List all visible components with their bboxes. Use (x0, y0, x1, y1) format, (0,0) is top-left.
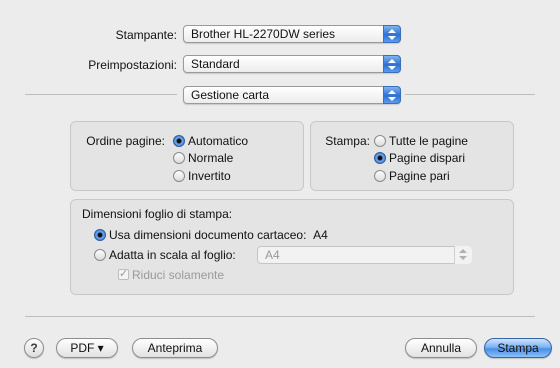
radio-label: Automatico (188, 134, 249, 148)
radio-unselected-icon (173, 152, 185, 164)
presets-select[interactable]: Standard (183, 55, 401, 73)
radio-label: Pagine pari (389, 169, 450, 183)
radio-unselected-icon (173, 170, 185, 182)
radio-selected-icon (94, 229, 106, 241)
checkmark-icon: ✓ (118, 268, 129, 280)
presets-select-value: Standard (191, 57, 240, 71)
page-order-label: Ordine pagine: (86, 134, 165, 148)
radio-unselected-icon (94, 249, 106, 261)
printer-label: Stampante: (115, 28, 177, 42)
presets-label: Preimpostazioni: (88, 58, 177, 72)
radio-label: Pagine dispari (389, 151, 466, 165)
print-pages-label: Stampa: (325, 134, 370, 148)
scale-paper-select-value: A4 (265, 248, 280, 262)
popup-arrows-icon (383, 86, 401, 104)
cancel-label: Annulla (420, 341, 462, 355)
radio-unselected-icon (374, 170, 386, 182)
panel-select-value: Gestione carta (191, 88, 270, 102)
radio-unselected-icon (374, 135, 386, 147)
radio-label: Adatta in scala al foglio: (109, 248, 236, 262)
scale-down-only-label: Riduci solamente (132, 268, 225, 282)
radio-selected-icon (374, 152, 386, 164)
scale-paper-select[interactable]: A4 (257, 246, 472, 264)
print-label: Stampa (497, 341, 539, 355)
pdf-label: PDF ▾ (70, 341, 104, 355)
separator-right (405, 94, 535, 95)
popup-arrows-icon (454, 246, 472, 264)
page-order-group (70, 121, 304, 191)
radio-label: Normale (188, 151, 234, 165)
paper-size-title: Dimensioni foglio di stampa: (82, 207, 233, 221)
radio-label: Usa dimensioni documento cartaceo: A4 (109, 228, 328, 242)
help-label: ? (30, 341, 38, 355)
printer-select-value: Brother HL-2270DW series (191, 27, 336, 41)
popup-arrows-icon (383, 25, 401, 43)
cancel-button[interactable]: Annulla (405, 338, 477, 358)
radio-label: Invertito (188, 169, 231, 183)
print-button[interactable]: Stampa (484, 338, 552, 358)
radio-selected-icon (173, 135, 185, 147)
radio-label: Tutte le pagine (389, 134, 468, 148)
preview-button[interactable]: Anteprima (132, 338, 218, 358)
use-document-size-label: Usa dimensioni documento cartaceo: (109, 228, 307, 242)
use-document-size-value: A4 (313, 228, 328, 242)
pdf-menu-button[interactable]: PDF ▾ (56, 338, 118, 358)
separator-left (25, 94, 177, 95)
preview-label: Anteprima (147, 341, 203, 355)
help-button[interactable]: ? (24, 338, 44, 358)
printer-select[interactable]: Brother HL-2270DW series (183, 25, 401, 43)
footer-separator (25, 316, 535, 317)
popup-arrows-icon (383, 55, 401, 73)
panel-select[interactable]: Gestione carta (183, 86, 401, 104)
